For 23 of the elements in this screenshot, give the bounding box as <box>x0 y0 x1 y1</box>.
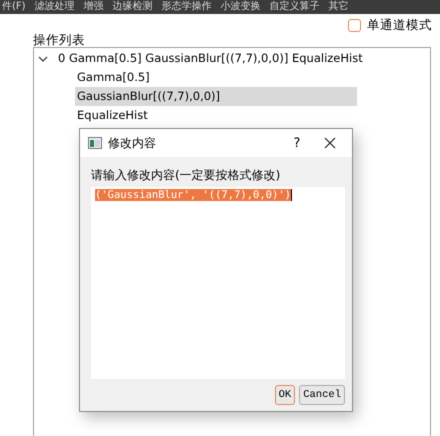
menu-item[interactable]: 边缘检测 <box>112 0 153 14</box>
prompt-label: 请输入修改内容(一定要按格式修改) <box>91 167 282 184</box>
checkbox-label: 单通道模式 <box>367 16 432 34</box>
dialog-title: 修改内容 <box>108 134 157 152</box>
menu-item[interactable]: 形态学操作 <box>162 0 212 14</box>
tree-item[interactable]: 0 Gamma[0.5] GaussianBlur[((7,7),0,0)] EqualizeHist <box>56 49 365 68</box>
section-title: 操作列表 <box>32 32 86 47</box>
tree-item[interactable]: Gamma[0.5] <box>75 68 357 87</box>
tree-item[interactable]: EqualizeHist <box>75 106 357 125</box>
menu-item[interactable]: 其它 <box>328 0 349 14</box>
tree-item[interactable]: GaussianBlur[((7,7),0,0)] <box>75 87 357 106</box>
ok-button[interactable]: OK <box>274 385 296 405</box>
close-icon[interactable] <box>324 137 336 149</box>
chevron-down-icon[interactable] <box>38 54 48 62</box>
window-icon <box>88 137 102 149</box>
menu-item[interactable]: 件(F) <box>2 0 26 14</box>
menu-item[interactable]: 滤波处理 <box>34 0 75 14</box>
menu-item[interactable]: 增强 <box>84 0 104 14</box>
cancel-button[interactable]: Cancel <box>299 385 345 405</box>
menu-item[interactable]: 自定义算子 <box>270 0 320 14</box>
menu-item[interactable]: 小波变换 <box>220 0 261 14</box>
help-button[interactable]: ? <box>282 136 312 150</box>
checkbox[interactable] <box>348 18 361 32</box>
